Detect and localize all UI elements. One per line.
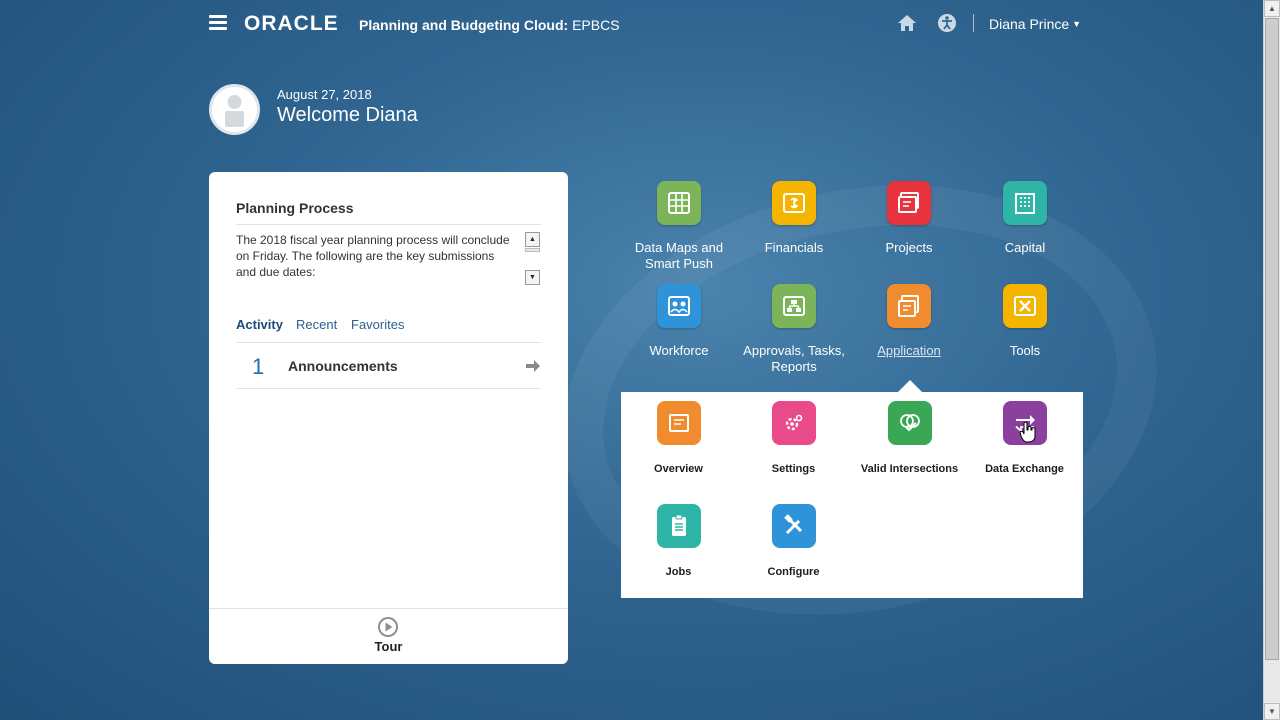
data-grid-icon [668, 192, 690, 214]
submenu-jobs[interactable]: Jobs [621, 504, 736, 578]
tile-icon [772, 181, 816, 225]
submenu-label: Settings [771, 463, 816, 475]
tile-approvals[interactable]: Approvals, Tasks, Reports [736, 284, 852, 375]
submenu-settings[interactable]: Settings [736, 401, 851, 475]
tile-capital[interactable]: Capital [967, 181, 1083, 256]
arrow-right-icon[interactable] [525, 359, 541, 373]
chevron-down-icon: ▼ [1072, 19, 1082, 29]
tile-icon [1003, 181, 1047, 225]
announcement-count: 1 [252, 354, 265, 379]
tile-label: Approvals, Tasks, Reports [743, 343, 845, 374]
oracle-logo: ORACLE [244, 12, 339, 35]
submenu-icon [656, 504, 701, 548]
submenu-icon [656, 401, 701, 445]
header-separator [973, 14, 974, 32]
hand-cursor-icon [1019, 421, 1036, 443]
tile-application[interactable]: Application [851, 284, 967, 359]
play-icon[interactable] [377, 616, 399, 638]
panel-message: The 2018 fiscal year planning process wi… [236, 233, 510, 279]
tile-icon [887, 284, 931, 328]
scroll-down-arrow-icon[interactable]: ▼ [525, 270, 540, 285]
panel-title: Planning Process [236, 200, 354, 216]
tile-data-maps[interactable]: Data Maps and Smart Push [621, 181, 737, 272]
tile-workforce[interactable]: Workforce [621, 284, 737, 359]
tile-financials[interactable]: Financials [736, 181, 852, 256]
panel-footer-divider [209, 608, 568, 609]
message-scrollbar[interactable]: ▲ ▼ [525, 232, 540, 285]
gear-icon [785, 414, 802, 431]
application-icon [898, 295, 919, 317]
announcement-label: Announcements [288, 358, 398, 374]
tab-favorites[interactable]: Favorites [351, 317, 404, 332]
scroll-up-arrow-icon[interactable]: ▲ [1264, 0, 1280, 17]
accessibility-icon[interactable] [937, 13, 957, 33]
home-icon[interactable] [897, 14, 917, 32]
wrench-hammer-icon [783, 514, 802, 535]
submenu-label: Data Exchange [985, 463, 1064, 475]
submenu-configure[interactable]: Configure [736, 504, 851, 578]
app-title: Planning and Budgeting Cloud: EPBCS [359, 17, 620, 33]
submenu-overview[interactable]: Overview [621, 401, 736, 475]
page-scrollbar[interactable]: ▲ ▼ [1263, 0, 1280, 720]
scroll-thumb[interactable] [525, 248, 540, 252]
planning-process-panel: Planning Process The 2018 fiscal year pl… [209, 172, 568, 664]
clipboard-icon [671, 514, 686, 536]
building-icon [1015, 193, 1035, 214]
announcements-row[interactable]: 1 Announcements [236, 343, 541, 389]
intersection-icon [899, 414, 920, 432]
tile-label[interactable]: Application [851, 343, 967, 359]
scroll-up-arrow-icon[interactable]: ▲ [525, 232, 540, 247]
welcome-title: Welcome Diana [277, 104, 418, 126]
user-name: Diana Prince [989, 16, 1070, 32]
user-silhouette-icon [225, 95, 244, 127]
user-menu[interactable]: Diana Prince ▼ [989, 16, 1081, 32]
submenu-label: Configure [767, 566, 820, 578]
scroll-thumb[interactable] [1265, 18, 1279, 660]
navigator-menu-icon[interactable] [209, 15, 227, 31]
submenu-icon [771, 504, 816, 548]
submenu-pointer [898, 380, 922, 392]
tab-recent[interactable]: Recent [296, 317, 337, 332]
tile-icon [657, 181, 701, 225]
project-folder-icon [898, 192, 919, 213]
tile-label: Projects [885, 240, 933, 255]
submenu-label: Jobs [665, 566, 692, 578]
welcome-date: August 27, 2018 [277, 87, 372, 102]
app-title-instance: EPBCS [568, 17, 620, 33]
panel-divider [236, 224, 541, 225]
tab-activity[interactable]: Activity [236, 317, 283, 332]
top-header: ORACLE Planning and Budgeting Cloud: EPB… [0, 0, 1263, 48]
submenu-label: Overview [654, 463, 703, 475]
tile-label: Financials [764, 240, 824, 255]
money-bag-icon [783, 193, 805, 213]
tile-label: Capital [1004, 240, 1046, 255]
tools-icon [1014, 296, 1036, 316]
submenu-valid-intersections[interactable]: Valid Intersections [852, 401, 967, 475]
tile-icon [1003, 284, 1047, 328]
tile-label: Workforce [649, 343, 709, 358]
tour-button[interactable]: Tour [209, 639, 568, 654]
submenu-label: Valid Intersections [860, 463, 959, 475]
tile-icon [887, 181, 931, 225]
submenu-icon [771, 401, 816, 445]
tile-label: Data Maps and Smart Push [634, 240, 724, 271]
tile-label: Tools [1009, 343, 1041, 358]
application-submenu: Overview Settings Valid Intersections Da… [621, 392, 1083, 598]
tile-tools[interactable]: Tools [967, 284, 1083, 359]
people-icon [668, 296, 690, 316]
app-title-product: Planning and Budgeting Cloud: [359, 17, 569, 33]
avatar[interactable] [209, 84, 260, 135]
tile-icon [657, 284, 701, 328]
submenu-icon [887, 401, 932, 445]
overview-icon [668, 414, 689, 432]
approval-flow-icon [783, 296, 805, 316]
tile-projects[interactable]: Projects [851, 181, 967, 256]
scroll-down-arrow-icon[interactable]: ▼ [1264, 703, 1280, 720]
tile-icon [772, 284, 816, 328]
